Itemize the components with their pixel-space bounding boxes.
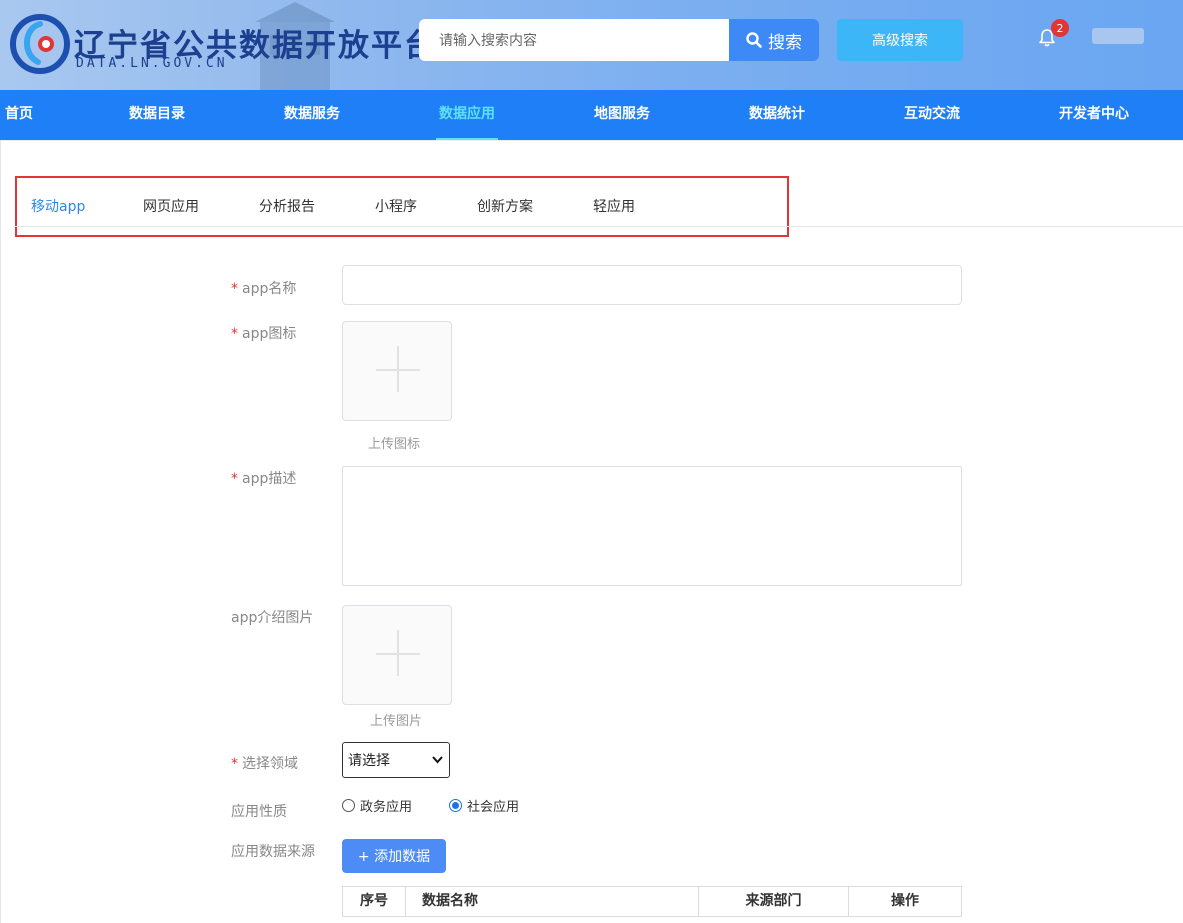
table-header-actions: 操作 <box>891 893 919 909</box>
app-desc-label: * app描述 <box>231 471 297 487</box>
app-icon-upload[interactable] <box>342 321 452 421</box>
nav-item-interaction[interactable]: 互动交流 <box>904 90 960 140</box>
site-logo[interactable] <box>10 14 70 74</box>
tab-light-app[interactable]: 轻应用 <box>593 196 635 216</box>
tab-analysis-report[interactable]: 分析报告 <box>259 196 315 216</box>
data-source-table: 序号 数据名称 来源部门 操作 <box>342 886 962 917</box>
required-mark: * <box>231 281 238 297</box>
domain-label: * 选择领域 <box>231 756 298 772</box>
radio-government-app[interactable]: 政务应用 <box>342 796 412 815</box>
tab-mini-program[interactable]: 小程序 <box>375 196 417 216</box>
add-data-button[interactable]: + 添加数据 <box>342 839 446 873</box>
radio-label: 政务应用 <box>360 800 413 815</box>
plus-icon <box>397 630 399 676</box>
app-name-label: * app名称 <box>231 281 297 297</box>
search-icon <box>746 32 762 48</box>
divider <box>0 140 1183 141</box>
divider <box>15 226 1183 227</box>
search-button-label: 搜索 <box>768 32 802 53</box>
nav-item-services[interactable]: 数据服务 <box>284 90 340 140</box>
data-source-label: 应用数据来源 <box>231 844 315 860</box>
search-input[interactable] <box>419 19 729 61</box>
radio-button-checked[interactable] <box>449 799 462 812</box>
divider <box>0 140 1 923</box>
main-nav: 首页 数据目录 数据服务 数据应用 地图服务 数据统计 互动交流 开发者中心 <box>0 90 1183 140</box>
notification-badge: 2 <box>1051 19 1069 37</box>
nav-item-apps[interactable]: 数据应用 <box>436 90 498 140</box>
advanced-search-label: 高级搜索 <box>872 33 928 49</box>
upload-icon-caption: 上传图标 <box>368 437 421 452</box>
plus-icon <box>397 346 399 392</box>
radio-label: 社会应用 <box>467 800 520 815</box>
nature-label: 应用性质 <box>231 804 287 820</box>
domain-select-value: 请选择 <box>348 753 390 769</box>
app-desc-textarea[interactable] <box>342 466 962 586</box>
search-button[interactable]: 搜索 <box>729 19 819 61</box>
nav-item-statistics[interactable]: 数据统计 <box>749 90 805 140</box>
tab-mobile-app[interactable]: 移动app <box>31 196 85 216</box>
nav-item-maps[interactable]: 地图服务 <box>594 90 650 140</box>
tab-web-app[interactable]: 网页应用 <box>143 196 199 216</box>
required-mark: * <box>231 326 238 342</box>
required-mark: * <box>231 471 238 487</box>
chevron-down-icon <box>432 756 443 764</box>
site-header: 辽宁省公共数据开放平台 DATA.LN.GOV.CN 搜索 高级搜索 2 <box>0 0 1183 90</box>
app-images-label: app介绍图片 <box>231 610 314 626</box>
user-avatar[interactable] <box>1092 28 1144 44</box>
radio-button[interactable] <box>342 799 355 812</box>
table-header-data-name: 数据名称 <box>406 887 699 916</box>
nav-item-catalog[interactable]: 数据目录 <box>129 90 185 140</box>
table-header-source-dept: 来源部门 <box>699 887 849 916</box>
nav-item-home[interactable]: 首页 <box>5 90 33 140</box>
domain-select[interactable]: 请选择 <box>342 742 450 778</box>
app-images-upload[interactable] <box>342 605 452 705</box>
table-header-index: 序号 <box>343 887 406 916</box>
required-mark: * <box>231 756 238 772</box>
tab-innovation-plan[interactable]: 创新方案 <box>477 196 533 216</box>
app-name-input[interactable] <box>342 265 962 305</box>
site-subtitle: DATA.LN.GOV.CN <box>76 56 228 71</box>
upload-image-caption: 上传图片 <box>370 714 423 729</box>
advanced-search-button[interactable]: 高级搜索 <box>837 19 963 61</box>
nav-item-developer[interactable]: 开发者中心 <box>1059 90 1129 140</box>
radio-social-app[interactable]: 社会应用 <box>449 796 519 815</box>
app-icon-label: * app图标 <box>231 326 297 342</box>
